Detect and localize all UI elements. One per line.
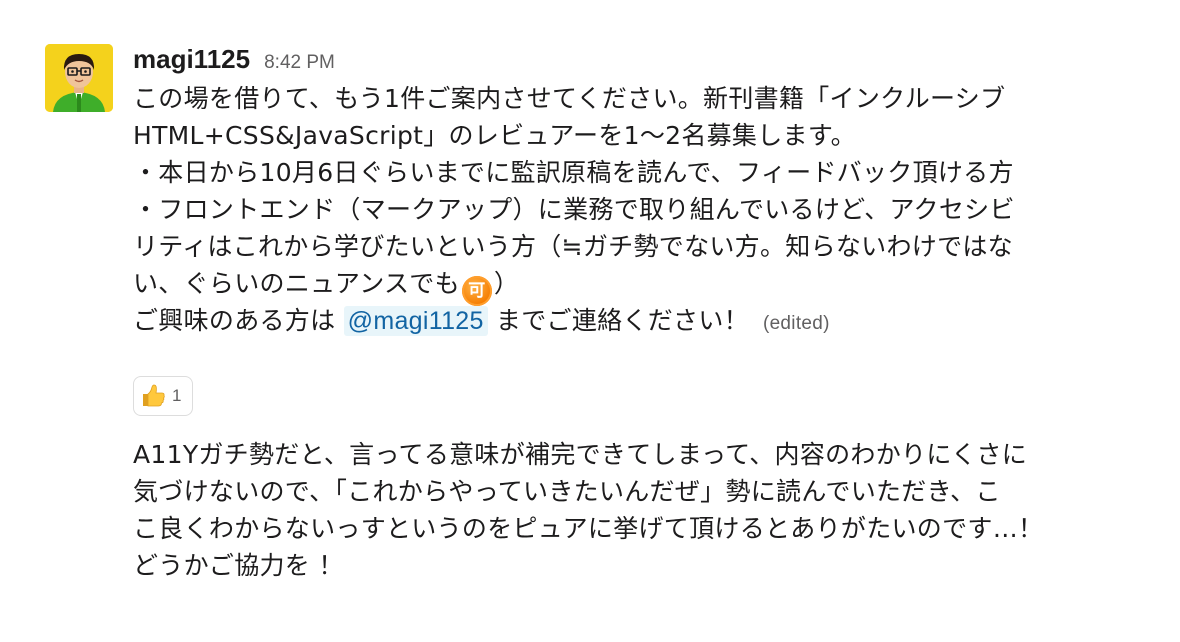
message-line: ・本日から10月6日ぐらいまでに監訳原稿を読んで、フィードバック頂ける方 — [133, 158, 1014, 187]
second-message-body: A11Yガチ勢だと、言ってる意味が補完できてしまって、内容のわかりにくさに 気づ… — [133, 436, 1043, 584]
reaction-count: 1 — [172, 386, 182, 405]
message-body: この場を借りて、もう1件ご案内させてください。新刊書籍「インクルーシブ HTML… — [133, 80, 1163, 339]
thumbs-up-icon — [143, 384, 165, 407]
message-line-text: ） — [493, 269, 520, 298]
message-line-text: い、ぐらいのニュアンスでも — [133, 269, 460, 298]
message-line: リティはこれから学びたいという方（≒ガチ勢でない方。知らないわけではな — [133, 232, 1013, 261]
message-line: ・フロントエンド（マークアップ）に業務で取り組んでいるけど、アクセシビ — [133, 195, 1015, 224]
message-line-text: までご連絡ください！ — [487, 306, 749, 335]
reaction-thumbs-up[interactable]: 1 — [133, 376, 193, 416]
message-line: 気づけないので、「これからやっていきたいんだぜ」勢に読んでいただき、こ — [133, 477, 1001, 506]
message-line: ご興味のある方は @magi1125 までご連絡ください！ (edited) — [133, 302, 1163, 339]
message-line-text: ご興味のある方は — [133, 306, 344, 335]
avatar-image — [45, 44, 113, 112]
message-line: この場を借りて、もう1件ご案内させてください。新刊書籍「インクルーシブ — [133, 84, 1006, 113]
avatar[interactable] — [45, 44, 113, 112]
user-mention[interactable]: @magi1125 — [343, 306, 488, 336]
edited-label: (edited) — [762, 313, 830, 334]
username[interactable]: magi1125 — [133, 44, 250, 75]
message-line: こ良くわからないっすというのをピュアに挙げて頂けるとありがたいのです…！ — [133, 514, 1044, 543]
message-content: magi1125 8:42 PM この場を借りて、もう1件ご案内させてください。… — [133, 44, 1163, 580]
message-header: magi1125 8:42 PM — [133, 44, 1163, 80]
message-line: どうかご協力を ！ — [133, 551, 344, 580]
message-line: HTML+CSS&JavaScript」のレビュアーを1〜2名募集します。 — [133, 121, 856, 150]
message-line: A11Yガチ勢だと、言ってる意味が補完できてしまって、内容のわかりにくさに — [133, 440, 1028, 469]
timestamp[interactable]: 8:42 PM — [264, 52, 335, 74]
message-line: い、ぐらいのニュアンスでも可） — [133, 265, 1163, 306]
